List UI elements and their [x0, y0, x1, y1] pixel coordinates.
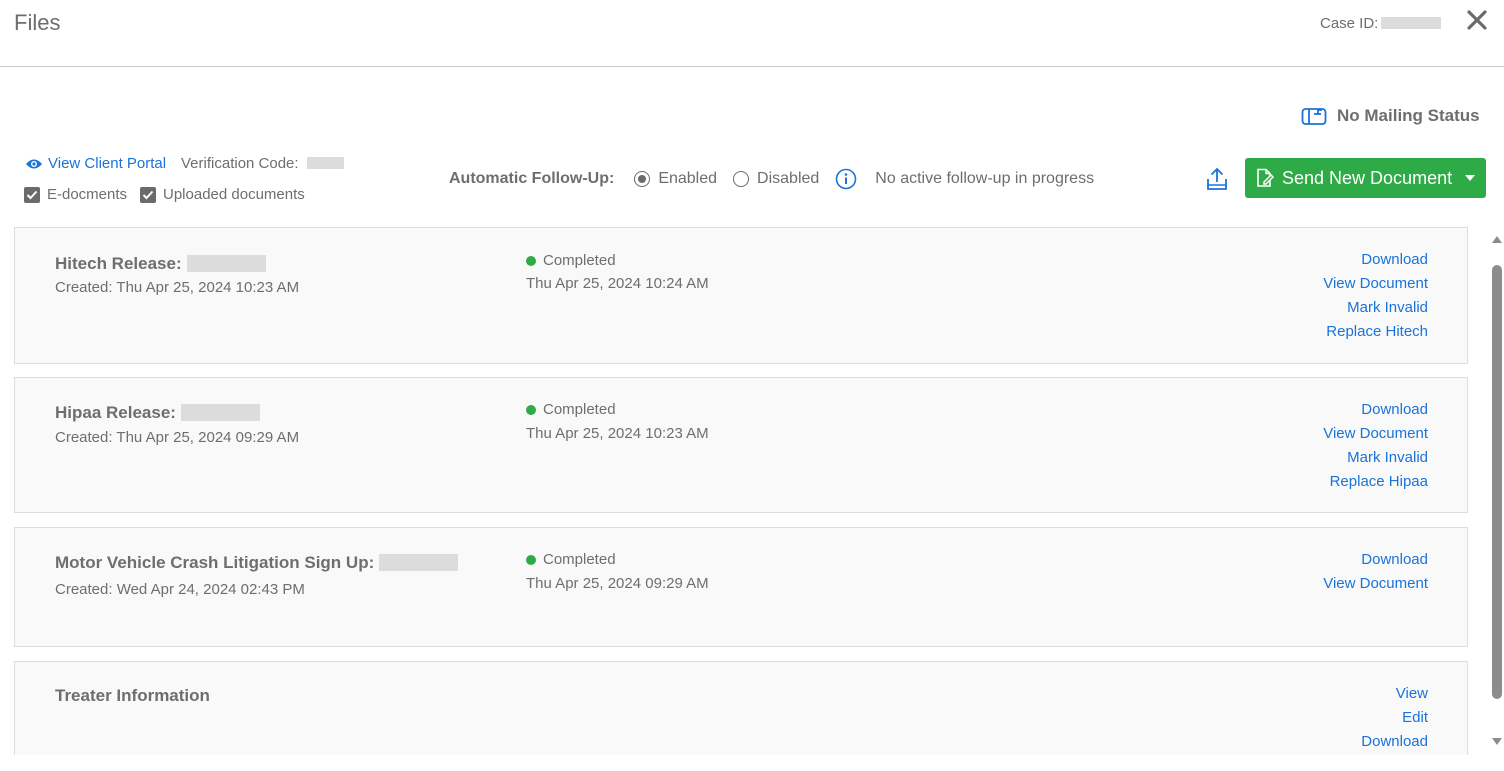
document-actions: Download View Document — [1323, 548, 1428, 596]
view-document-link[interactable]: View Document — [1323, 422, 1428, 446]
checkbox-checked-icon — [24, 186, 40, 203]
case-id-label: Case ID: — [1320, 15, 1379, 32]
document-edit-icon — [1255, 168, 1275, 188]
scroll-up-arrow-icon[interactable] — [1492, 236, 1502, 243]
view-link[interactable]: View — [1361, 682, 1428, 706]
document-card: Hipaa Release: Created: Thu Apr 25, 2024… — [14, 377, 1468, 513]
status-dot-icon — [526, 554, 536, 565]
download-link[interactable]: Download — [1323, 398, 1428, 422]
document-actions: Download View Document Mark Invalid Repl… — [1323, 248, 1428, 344]
document-card: Hitech Release: Created: Thu Apr 25, 202… — [14, 227, 1468, 364]
bottom-mask — [0, 755, 1504, 771]
chevron-down-icon[interactable] — [1465, 175, 1475, 181]
document-created: Created: Thu Apr 25, 2024 10:23 AM — [55, 279, 300, 296]
eye-icon — [26, 159, 42, 168]
verification-code-redacted — [307, 157, 344, 169]
mark-invalid-link[interactable]: Mark Invalid — [1323, 296, 1428, 320]
modal-header: Files Case ID: — [0, 0, 1504, 67]
checkbox-checked-icon — [140, 186, 156, 203]
view-document-link[interactable]: View Document — [1323, 572, 1428, 596]
view-client-portal-link[interactable]: View Client Portal — [25, 155, 166, 172]
edit-link[interactable]: Edit — [1361, 706, 1428, 730]
enabled-label: Enabled — [658, 170, 718, 187]
replace-hipaa-link[interactable]: Replace Hipaa — [1323, 470, 1428, 494]
upload-icon — [1207, 167, 1227, 190]
status-date: Thu Apr 25, 2024 10:24 AM — [526, 275, 709, 292]
mark-invalid-link[interactable]: Mark Invalid — [1323, 446, 1428, 470]
follow-up-status: No active follow-up in progress — [875, 170, 1095, 187]
send-new-document-label: Send New Document — [1282, 167, 1453, 188]
view-document-link[interactable]: View Document — [1323, 272, 1428, 296]
uploaded-documents-checkbox[interactable]: Uploaded documents — [140, 186, 305, 203]
document-title: Hitech Release: — [55, 254, 266, 274]
disabled-radio[interactable]: Disabled — [733, 170, 819, 188]
document-created: Created: Thu Apr 25, 2024 09:29 AM — [55, 429, 300, 446]
document-card: Motor Vehicle Crash Litigation Sign Up: … — [14, 527, 1468, 647]
replace-hitech-link[interactable]: Replace Hitech — [1323, 320, 1428, 344]
uploaded-documents-label: Uploaded documents — [163, 186, 305, 203]
download-link[interactable]: Download — [1323, 548, 1428, 572]
send-new-document-button[interactable]: Send New Document — [1245, 158, 1486, 198]
info-icon[interactable] — [835, 168, 857, 190]
case-id-redacted — [1381, 17, 1441, 29]
upload-button[interactable] — [1205, 166, 1229, 192]
document-title: Motor Vehicle Crash Litigation Sign Up: — [55, 553, 459, 573]
treater-actions: View Edit Download — [1361, 682, 1428, 754]
page-title: Files — [14, 10, 61, 35]
status-badge: Completed — [526, 551, 616, 568]
close-button[interactable] — [1465, 8, 1489, 32]
document-name-redacted — [186, 255, 266, 272]
view-client-portal-label: View Client Portal — [48, 155, 167, 172]
follow-up-label: Automatic Follow-Up: — [449, 170, 615, 187]
document-created: Created: Wed Apr 24, 2024 02:43 PM — [55, 581, 305, 598]
document-actions: Download View Document Mark Invalid Repl… — [1323, 398, 1428, 494]
status-badge: Completed — [526, 401, 616, 418]
status-dot-icon — [526, 255, 536, 266]
verification-code-label: Verification Code: — [181, 155, 299, 172]
document-name-redacted — [379, 554, 459, 571]
close-icon — [1467, 10, 1487, 30]
mailing-status-label: No Mailing Status — [1337, 106, 1480, 125]
document-name-redacted — [180, 404, 260, 421]
radio-empty-icon — [733, 171, 750, 187]
radio-selected-icon — [634, 171, 651, 187]
status-badge: Completed — [526, 252, 616, 269]
status-date: Thu Apr 25, 2024 09:29 AM — [526, 575, 709, 592]
mailing-status: No Mailing Status — [1301, 104, 1480, 128]
treater-information-title: Treater Information — [55, 686, 210, 705]
scroll-down-arrow-icon[interactable] — [1492, 738, 1502, 745]
scrollbar-thumb[interactable] — [1492, 265, 1502, 699]
status-date: Thu Apr 25, 2024 10:23 AM — [526, 425, 709, 442]
status-dot-icon — [526, 404, 536, 415]
edocs-label: E-docments — [47, 186, 128, 203]
download-link[interactable]: Download — [1361, 730, 1428, 754]
download-link[interactable]: Download — [1323, 248, 1428, 272]
document-title: Hipaa Release: — [55, 403, 260, 423]
automatic-follow-up: Automatic Follow-Up: Enabled Disabled No… — [449, 168, 1095, 190]
enabled-radio[interactable]: Enabled — [634, 170, 717, 188]
disabled-label: Disabled — [757, 170, 820, 187]
mailbox-icon — [1301, 108, 1327, 125]
edocs-checkbox[interactable]: E-docments — [24, 186, 127, 203]
